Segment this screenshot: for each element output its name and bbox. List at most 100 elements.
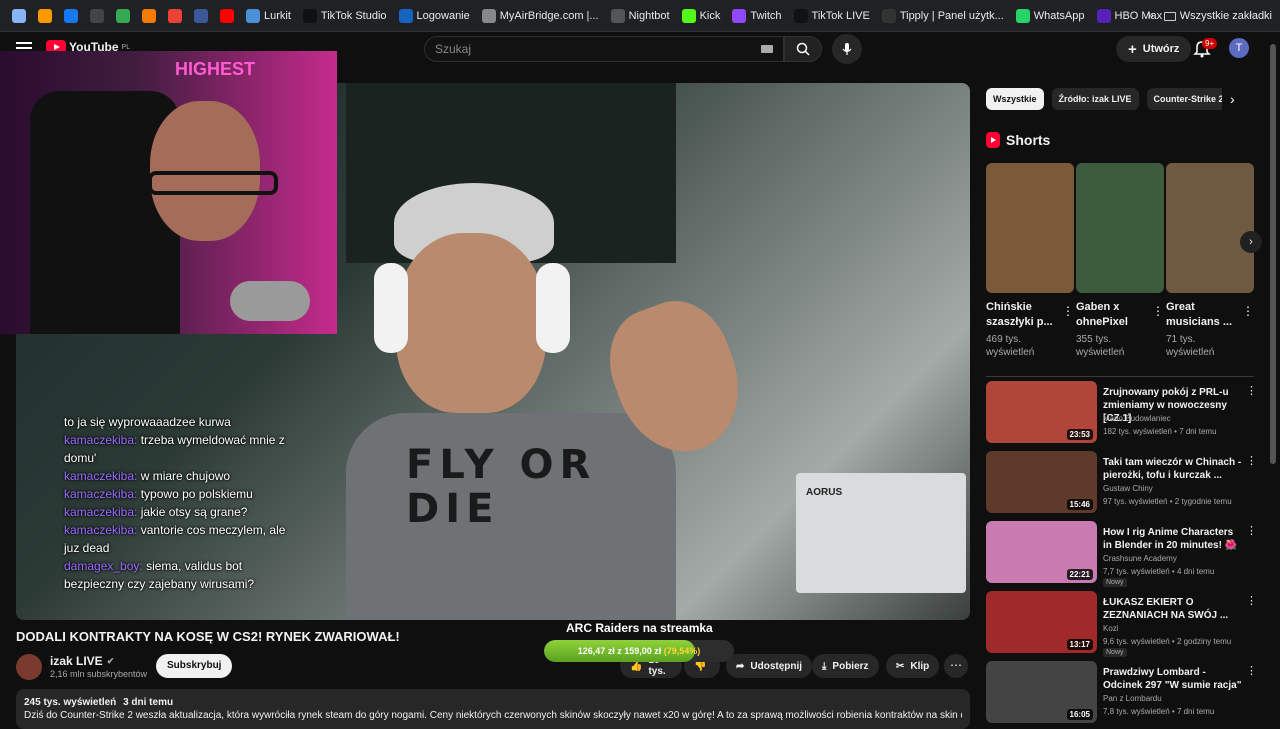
short-title[interactable]: Gaben x ohnePixel bbox=[1076, 300, 1146, 330]
webcam-overlay: HIGHEST bbox=[0, 51, 337, 334]
duration-badge: 15:46 bbox=[1066, 499, 1093, 510]
subscribe-button[interactable]: Subskrybuj bbox=[156, 654, 233, 678]
chat-message: to ja się wyprowaaadzee kurwa bbox=[64, 413, 294, 431]
recommended-video[interactable]: 23:53 Zrujnowany pokój z PRL-u zmieniamy … bbox=[986, 381, 1262, 445]
search-icon bbox=[796, 42, 810, 56]
sidebar-divider bbox=[986, 376, 1254, 377]
recommended-channel[interactable]: Mario Budowlaniec bbox=[1103, 414, 1171, 423]
more-vertical-icon[interactable]: ⋮ bbox=[1062, 304, 1074, 318]
channel-name-row[interactable]: izak LIVE ✔ bbox=[50, 654, 114, 668]
more-vertical-icon[interactable]: ⋮ bbox=[1246, 454, 1257, 467]
short-card[interactable]: Gaben x ohnePixel 355 tys. wyświetleń ⋮ bbox=[1076, 163, 1164, 359]
recommended-title[interactable]: Prawdziwy Lombard - Odcinek 297 "W sumie… bbox=[1103, 666, 1243, 692]
subscriber-count: 2,16 mln subskrybentów bbox=[50, 669, 148, 679]
bookmark-label: TikTok Studio bbox=[320, 9, 387, 22]
bookmark-item[interactable]: TikTok LIVE bbox=[788, 4, 876, 28]
video-thumbnail[interactable]: 15:46 bbox=[986, 451, 1097, 513]
video-thumbnail[interactable]: 23:53 bbox=[986, 381, 1097, 443]
channel-avatar[interactable] bbox=[16, 654, 42, 680]
bookmark-item[interactable] bbox=[110, 4, 136, 28]
download-button[interactable]: ⤓ Pobierz bbox=[812, 654, 879, 678]
bookmark-item[interactable] bbox=[214, 4, 240, 28]
recommended-video[interactable]: 22:21 How I rig Anime Characters in Blend… bbox=[986, 521, 1262, 587]
bookmark-item[interactable] bbox=[84, 4, 110, 28]
more-vertical-icon[interactable]: ⋮ bbox=[1246, 524, 1257, 537]
bookmark-item[interactable]: Twitch bbox=[726, 4, 787, 28]
all-bookmarks-button[interactable]: Wszystkie zakładki bbox=[1163, 10, 1272, 22]
channel-name[interactable]: izak LIVE bbox=[50, 654, 103, 668]
bookmark-item[interactable]: Tipply | Panel użytk... bbox=[876, 4, 1010, 28]
video-thumbnail[interactable]: 13:17 bbox=[986, 591, 1097, 653]
short-thumbnail[interactable] bbox=[986, 163, 1074, 293]
shorts-next-button[interactable]: › bbox=[1240, 231, 1262, 253]
short-title[interactable]: Chińskie szaszłyki p... bbox=[986, 300, 1056, 330]
more-vertical-icon[interactable]: ⋮ bbox=[1242, 304, 1254, 318]
bookmark-label: TikTok LIVE bbox=[811, 9, 870, 22]
keyboard-icon[interactable] bbox=[761, 45, 773, 53]
video-thumbnail[interactable]: 16:05 bbox=[986, 661, 1097, 723]
recommended-video[interactable]: 16:05 Prawdziwy Lombard - Odcinek 297 "W … bbox=[986, 661, 1262, 725]
bookmark-item[interactable] bbox=[136, 4, 162, 28]
more-bookmarks-icon[interactable]: » bbox=[1148, 10, 1154, 22]
view-count: 245 tys. wyświetleń bbox=[24, 697, 117, 708]
bookmark-item[interactable]: MyAirBridge.com |... bbox=[476, 4, 605, 28]
plus-icon: + bbox=[1128, 40, 1137, 58]
page-scrollbar[interactable] bbox=[1270, 40, 1278, 720]
donation-percent: (79,54%) bbox=[663, 646, 701, 656]
bookmark-item[interactable]: Lurkit bbox=[240, 4, 297, 28]
recommended-channel[interactable]: Pan z Lombardu bbox=[1103, 694, 1162, 703]
create-button[interactable]: + Utwórz bbox=[1116, 36, 1192, 62]
chat-message: kamaczekiba: trzeba wymeldować mnie z do… bbox=[64, 431, 294, 467]
chevron-right-icon[interactable]: › bbox=[1230, 91, 1235, 107]
bookmark-item[interactable]: WhatsApp bbox=[1010, 4, 1091, 28]
more-vertical-icon[interactable]: ⋮ bbox=[1152, 304, 1164, 318]
short-card[interactable]: Great musicians ... 71 tys. wyświetleń ⋮ bbox=[1166, 163, 1254, 359]
video-description[interactable]: 245 tys. wyświetleń 3 dni temu Dziś do C… bbox=[16, 689, 970, 729]
short-views: 71 tys. wyświetleń bbox=[1166, 334, 1215, 358]
chat-message: kamaczekiba: w miare chujowo bbox=[64, 467, 294, 485]
search-button[interactable] bbox=[784, 36, 822, 62]
bookmark-item[interactable]: Logowanie bbox=[393, 4, 476, 28]
recommended-channel[interactable]: Kozi bbox=[1103, 624, 1119, 633]
filter-chip[interactable]: Counter-Strike 2 bbox=[1146, 88, 1222, 110]
search-input[interactable]: Szukaj bbox=[424, 36, 784, 62]
bookmark-item[interactable] bbox=[188, 4, 214, 28]
recommended-meta: 7,8 tys. wyświetleń • 7 dni temu bbox=[1103, 707, 1215, 716]
stream-goal-label: ARC Raiders na streamka bbox=[566, 621, 713, 635]
recommended-title[interactable]: How I rig Anime Characters in Blender in… bbox=[1103, 526, 1243, 552]
more-vertical-icon[interactable]: ⋮ bbox=[1246, 384, 1257, 397]
download-label: Pobierz bbox=[832, 660, 869, 672]
more-vertical-icon[interactable]: ⋮ bbox=[1246, 594, 1257, 607]
thumbs-up-icon: 👍 bbox=[630, 660, 643, 672]
short-card[interactable]: Chińskie szaszłyki p... 469 tys. wyświetl… bbox=[986, 163, 1074, 359]
short-title[interactable]: Great musicians ... bbox=[1166, 300, 1236, 330]
account-avatar[interactable]: T bbox=[1229, 38, 1249, 58]
description-text: Dziś do Counter-Strike 2 weszła aktualiz… bbox=[24, 710, 962, 721]
more-vertical-icon[interactable]: ⋮ bbox=[1246, 664, 1257, 677]
bookmark-item[interactable]: Kick bbox=[676, 4, 727, 28]
more-actions-button[interactable]: ⋯ bbox=[944, 654, 968, 678]
filter-chip[interactable]: Wszystkie bbox=[986, 88, 1044, 110]
recommended-title[interactable]: ŁUKASZ EKIERT O ZEZNANIACH NA SWÓJ ... bbox=[1103, 596, 1243, 622]
scrollbar-thumb[interactable] bbox=[1270, 44, 1276, 464]
bookmark-item[interactable] bbox=[162, 4, 188, 28]
bookmark-item[interactable]: TikTok Studio bbox=[297, 4, 393, 28]
video-thumbnail[interactable]: 22:21 bbox=[986, 521, 1097, 583]
short-thumbnail[interactable] bbox=[1166, 163, 1254, 293]
filter-chip[interactable]: Źródło: izak LIVE bbox=[1051, 88, 1139, 110]
create-label: Utwórz bbox=[1142, 43, 1180, 55]
short-thumbnail[interactable] bbox=[1076, 163, 1164, 293]
voice-search-button[interactable] bbox=[832, 34, 862, 64]
bookmark-item[interactable] bbox=[32, 4, 58, 28]
bookmark-item[interactable] bbox=[58, 4, 84, 28]
share-button[interactable]: ➦ Udostępnij bbox=[726, 654, 813, 678]
clip-button[interactable]: ✂ Klip bbox=[886, 654, 940, 678]
new-badge: Nowy bbox=[1103, 578, 1127, 587]
recommended-title[interactable]: Taki tam wieczór w Chinach - pierożki, t… bbox=[1103, 456, 1243, 482]
recommended-video[interactable]: 15:46 Taki tam wieczór w Chinach - pieroż… bbox=[986, 451, 1262, 515]
recommended-video[interactable]: 13:17 ŁUKASZ EKIERT O ZEZNANIACH NA SWÓJ … bbox=[986, 591, 1262, 657]
recommended-channel[interactable]: Crashsune Academy bbox=[1103, 554, 1177, 563]
bookmark-item[interactable] bbox=[6, 4, 32, 28]
recommended-channel[interactable]: Gustaw Chiny bbox=[1103, 484, 1153, 493]
bookmark-item[interactable]: Nightbot bbox=[605, 4, 676, 28]
